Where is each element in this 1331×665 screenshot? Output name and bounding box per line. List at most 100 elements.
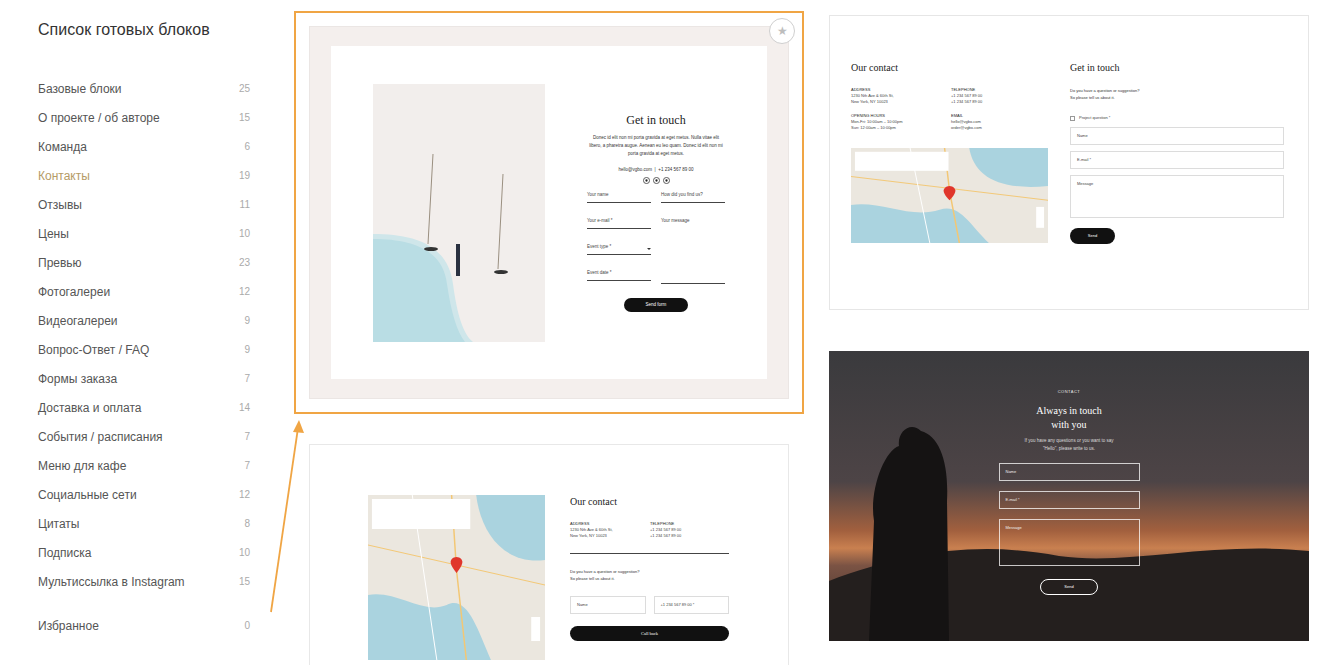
contact-line: hello@vgbo.com | +1 234 567 89 00 bbox=[619, 166, 694, 173]
info-line: 1230 Nth Ave & 60th St, bbox=[570, 527, 650, 533]
block-card[interactable]: Our contactADDRESS1230 Nth Ave & 60th St… bbox=[829, 15, 1309, 310]
form-field: How did you find us? bbox=[661, 190, 725, 203]
field-label: How did you find us? bbox=[661, 192, 703, 198]
sidebar-item-count: 25 bbox=[231, 83, 250, 94]
field-label: Your message bbox=[661, 218, 690, 224]
preview-panel: Get in touchDonec id elit non mi porta g… bbox=[331, 46, 767, 379]
sidebar-item-label: Доставка и оплата bbox=[38, 401, 142, 415]
contact-info: Our contactADDRESS1230 Nth Ave & 60th St… bbox=[851, 61, 1048, 309]
form-field: Message bbox=[1070, 175, 1284, 218]
form-title: Get in touch bbox=[1070, 61, 1284, 75]
send-button: Send bbox=[1040, 579, 1098, 595]
description-line: Do you have a question or suggestion? bbox=[570, 568, 729, 575]
info-line: +1 234 567 89 00 bbox=[951, 93, 1048, 99]
form-field: Name bbox=[570, 596, 646, 614]
info-line: hello@vgbo.com bbox=[951, 119, 1048, 125]
info-item: TELEPHONE+1 234 567 89 00+1 234 567 89 0… bbox=[650, 521, 729, 539]
send-button: Send form bbox=[624, 298, 688, 312]
field-label: Your e-mail * bbox=[587, 218, 613, 224]
form-description: If you have any questions or you want to… bbox=[1025, 437, 1114, 453]
sidebar-item-count: 10 bbox=[231, 547, 250, 558]
sidebar-item[interactable]: Социальные сети12 bbox=[38, 480, 250, 509]
sidebar-item[interactable]: Отзывы 11 bbox=[38, 190, 250, 219]
form-field: Your message bbox=[661, 216, 725, 284]
form-field: Event date * bbox=[587, 268, 651, 281]
info-label: ADDRESS bbox=[851, 87, 951, 93]
sidebar-item-count: 12 bbox=[231, 286, 250, 297]
sidebar-item[interactable]: Меню для кафе7 bbox=[38, 451, 250, 480]
description-line: So please tell us about it. bbox=[570, 575, 729, 582]
sidebar-item[interactable]: Контакты19 bbox=[38, 161, 250, 190]
info-label: EMAIL bbox=[951, 113, 1048, 119]
sidebar-item-count: 23 bbox=[231, 257, 250, 268]
map bbox=[851, 148, 1048, 243]
sidebar: Список готовых блоковБазовые блоки25О пр… bbox=[0, 0, 270, 665]
sidebar-item-count: 9 bbox=[236, 315, 250, 326]
sidebar-item[interactable]: Цитаты8 bbox=[38, 509, 250, 538]
field-column: How did you find us? Your message bbox=[661, 190, 725, 284]
contact-form-preview: Get in touchDonec id elit non mi porta g… bbox=[587, 113, 725, 312]
sidebar-item-count: 11 bbox=[232, 199, 250, 210]
sidebar-item[interactable]: Базовые блоки 25 bbox=[38, 74, 250, 103]
sidebar-item-label: Превью bbox=[38, 256, 82, 270]
sidebar-item-count: 8 bbox=[236, 518, 250, 529]
sidebar-item-count: 7 bbox=[236, 431, 250, 442]
social-icon bbox=[663, 177, 670, 184]
info-line: +1 234 567 89 00 bbox=[650, 533, 729, 539]
call-back-button: Call back bbox=[570, 626, 729, 641]
block-card[interactable]: Our contactADDRESS1230 Nth Ave & 60th St… bbox=[309, 444, 789, 665]
description-line: Do you have a question or suggestion? bbox=[1070, 87, 1284, 94]
sidebar-item-label: Социальные сети bbox=[38, 488, 137, 502]
sidebar-item[interactable]: Цены10 bbox=[38, 219, 250, 248]
sidebar-item-label: Подписка bbox=[38, 546, 91, 560]
block-library-page: Список готовых блоковБазовые блоки25О пр… bbox=[0, 0, 1331, 665]
sidebar-item[interactable]: События / расписания 7 bbox=[38, 422, 250, 451]
form-field: E-mail * bbox=[1070, 151, 1284, 169]
sidebar-item-label: Фотогалереи bbox=[38, 285, 110, 299]
sidebar-item[interactable]: Формы заказа7 bbox=[38, 364, 250, 393]
sidebar-item[interactable]: Вопрос-Ответ / FAQ9 bbox=[38, 335, 250, 364]
form-field: Your name bbox=[587, 190, 651, 203]
info-label: ADDRESS bbox=[570, 521, 650, 527]
sidebar-item-count: 19 bbox=[231, 170, 250, 181]
sidebar-item-count: 6 bbox=[236, 141, 250, 152]
description-line: So please tell us about it. bbox=[1070, 94, 1284, 101]
info-grid: ADDRESS1230 Nth Ave & 60th St,New York, … bbox=[851, 87, 1048, 131]
title-line: with you bbox=[1036, 418, 1102, 432]
form-description: Do you have a question or suggestion?So … bbox=[570, 568, 729, 582]
social-icon bbox=[643, 177, 650, 184]
form-field: +1 234 567 89 00 * bbox=[654, 596, 730, 614]
sidebar-item-count: 14 bbox=[231, 402, 250, 413]
sidebar-item[interactable]: Фотогалереи 12 bbox=[38, 277, 250, 306]
info-line: +1 234 567 89 00 bbox=[951, 99, 1048, 105]
info-item: EMAILhello@vgbo.comorder@vgbo.com bbox=[951, 113, 1048, 131]
checkbox-label: Project question * bbox=[1079, 115, 1110, 121]
info-item: ADDRESS1230 Nth Ave & 60th St,New York, … bbox=[851, 87, 951, 105]
sidebar-item[interactable]: Подписка 10 bbox=[38, 538, 250, 567]
favorites-item[interactable]: Избранное0 bbox=[38, 611, 250, 640]
block-card[interactable]: Get in touchDonec id elit non mi porta g… bbox=[309, 26, 789, 399]
sidebar-item-label: Отзывы bbox=[38, 198, 82, 212]
favorite-star-button[interactable]: ★ bbox=[769, 18, 795, 44]
sidebar-item[interactable]: Превью 23 bbox=[38, 248, 250, 277]
form-field: E-mail * bbox=[999, 491, 1140, 509]
sidebar-item[interactable]: Команда6 bbox=[38, 132, 250, 161]
sidebar-item[interactable]: О проекте / об авторе15 bbox=[38, 103, 250, 132]
sidebar-item-count: 10 bbox=[231, 228, 250, 239]
block-card[interactable]: CONTACTAlways in touchwith youIf you hav… bbox=[829, 351, 1309, 641]
info-item: OPENING HOURSMon-Fri: 10:00am – 10:00pmS… bbox=[851, 113, 951, 131]
info-item: TELEPHONE+1 234 567 89 00+1 234 567 89 0… bbox=[951, 87, 1048, 105]
social-links bbox=[643, 177, 670, 184]
sidebar-item-label: Мультиссылка в Instagram bbox=[38, 575, 185, 589]
favorites-label: Избранное bbox=[38, 619, 99, 633]
title-line: Always in touch bbox=[1036, 404, 1102, 418]
block-column: Our contactADDRESS1230 Nth Ave & 60th St… bbox=[829, 0, 1309, 665]
form-description: Do you have a question or suggestion?So … bbox=[1070, 87, 1284, 101]
sidebar-item-label: События / расписания bbox=[38, 430, 163, 444]
sidebar-item[interactable]: Доставка и оплата 14 bbox=[38, 393, 250, 422]
sidebar-item-label: Базовые блоки bbox=[38, 82, 122, 96]
sidebar-item[interactable]: Мультиссылка в Instagram15 bbox=[38, 567, 250, 596]
preview-photo bbox=[373, 84, 545, 342]
description-line: "Hello", please write to us. bbox=[1025, 445, 1114, 453]
sidebar-item[interactable]: Видеогалереи9 bbox=[38, 306, 250, 335]
